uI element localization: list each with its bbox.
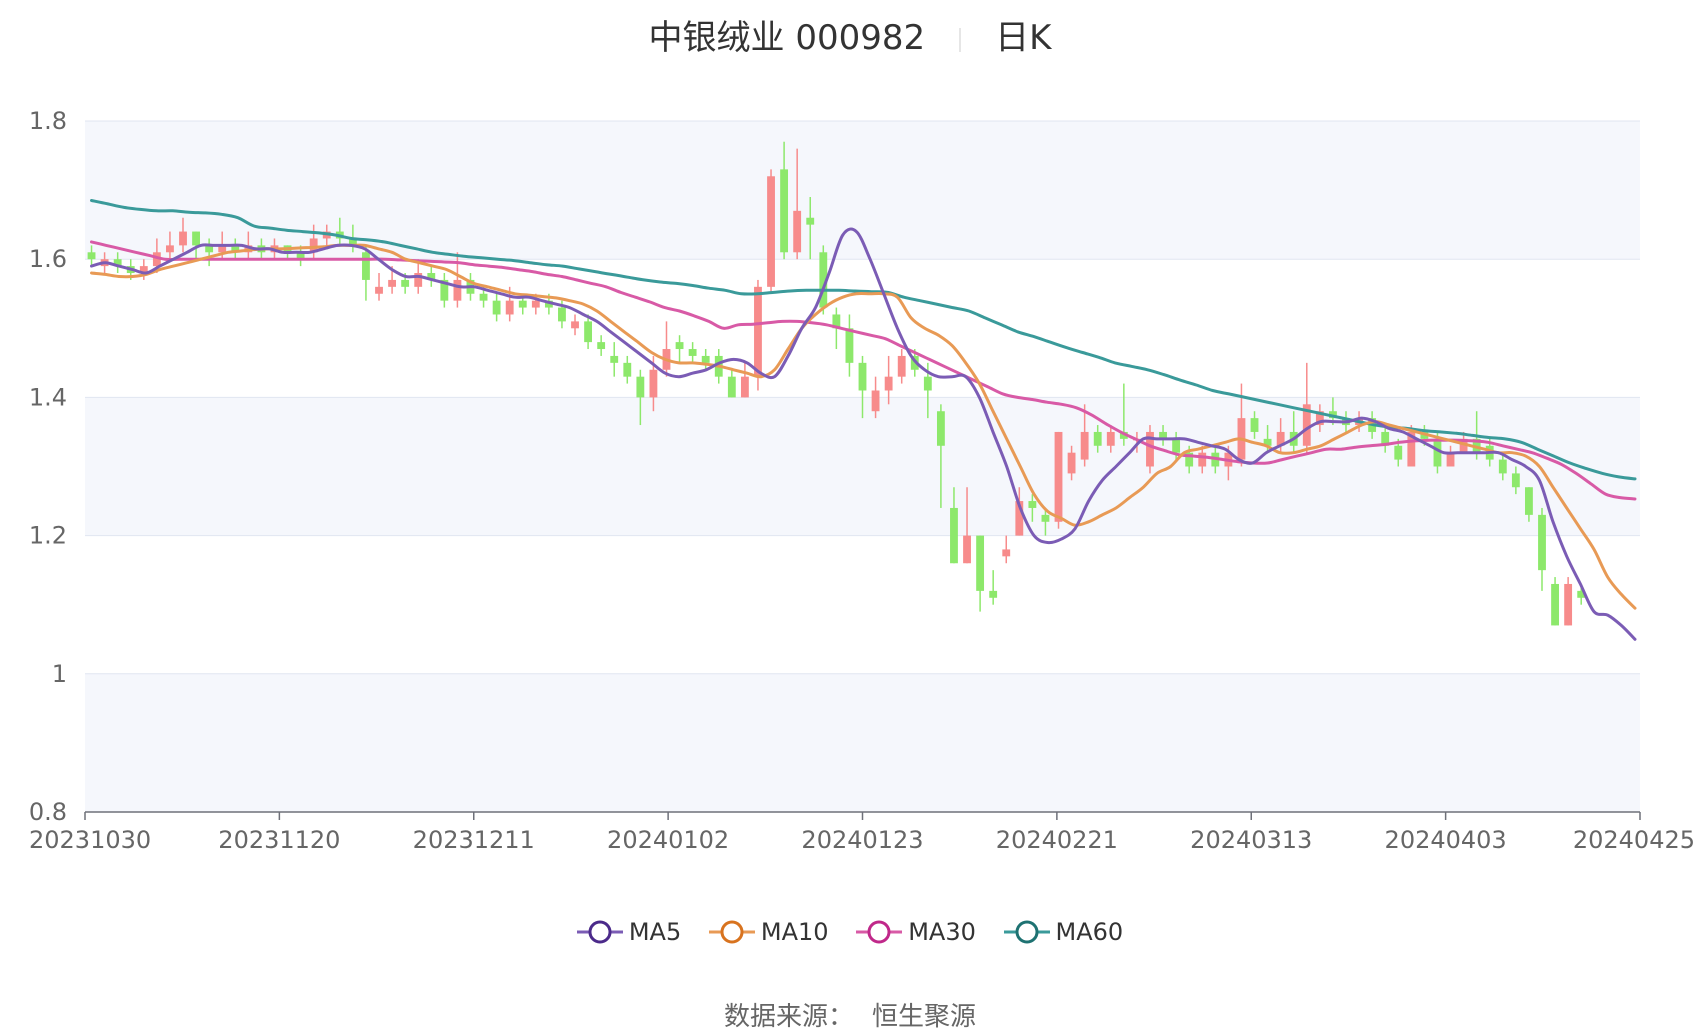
candle-body bbox=[1172, 438, 1181, 453]
y-tick-label: 1.2 bbox=[29, 522, 67, 550]
candle-body bbox=[479, 293, 488, 301]
legend-marker-ma5-icon bbox=[576, 920, 623, 943]
candle-body bbox=[923, 376, 932, 391]
candle-body bbox=[740, 376, 749, 398]
legend-label-ma10: MA10 bbox=[760, 917, 829, 946]
candle-body bbox=[963, 535, 971, 564]
y-tick-label: 1.6 bbox=[29, 245, 67, 273]
candle-body bbox=[597, 342, 606, 350]
candle-body bbox=[950, 507, 958, 564]
candle-body bbox=[87, 252, 96, 260]
data-source-label: 数据来源： bbox=[723, 1002, 854, 1032]
candle-body bbox=[858, 362, 867, 391]
candle-body bbox=[1198, 452, 1207, 467]
x-tick-label: 20231120 bbox=[218, 826, 340, 854]
y-tick-label: 0.8 bbox=[29, 798, 67, 826]
candle-body bbox=[453, 279, 462, 301]
candle-body bbox=[192, 231, 200, 246]
x-tick-label: 20240313 bbox=[1190, 826, 1312, 854]
x-tick-label: 20240123 bbox=[801, 826, 923, 854]
legend: MA5 MA10 MA30 MA60 bbox=[0, 916, 1700, 946]
candle-body bbox=[531, 300, 540, 308]
candle-body bbox=[1564, 583, 1573, 626]
y-tick-label: 1.4 bbox=[29, 383, 67, 411]
legend-marker-ma10-icon bbox=[708, 920, 755, 943]
candle-body bbox=[675, 342, 684, 350]
candle-body bbox=[1067, 452, 1076, 474]
x-tick-label: 20240221 bbox=[996, 826, 1118, 854]
candle-body bbox=[1525, 487, 1533, 515]
candle-body bbox=[1250, 418, 1259, 432]
candle-body bbox=[388, 279, 396, 287]
candle-body bbox=[166, 245, 174, 253]
candle-body bbox=[558, 307, 566, 322]
candle-body bbox=[610, 355, 619, 363]
candle-body bbox=[1446, 452, 1455, 467]
candle-body bbox=[701, 355, 710, 363]
x-tick-label: 20240425 bbox=[1573, 826, 1695, 854]
candle-body bbox=[845, 328, 854, 363]
data-source: 数据来源： 恒生聚源 bbox=[0, 996, 1700, 1033]
candle-body bbox=[518, 300, 527, 308]
candle-body bbox=[780, 169, 789, 253]
kline-chart: 0.8 1 1.2 1.4 1.6 1.8 20231030 20231120 20231211… bbox=[29, 107, 1695, 854]
candle-body bbox=[179, 231, 187, 246]
candle-body bbox=[1538, 514, 1546, 571]
candle-body bbox=[793, 210, 802, 253]
candle-body bbox=[727, 376, 736, 398]
legend-item-ma60[interactable]: MA60 bbox=[1003, 917, 1124, 946]
candle-body bbox=[767, 176, 775, 287]
legend-label-ma30: MA30 bbox=[908, 917, 976, 946]
x-tick-label: 20231030 bbox=[29, 826, 151, 854]
legend-item-ma10[interactable]: MA10 bbox=[708, 917, 829, 946]
candle-body bbox=[1498, 459, 1507, 474]
candle-body bbox=[897, 355, 906, 377]
candle-body bbox=[584, 321, 593, 343]
candle-body bbox=[362, 252, 370, 280]
candle-body bbox=[401, 279, 410, 287]
plot-band bbox=[85, 673, 1640, 812]
legend-marker-ma30-icon bbox=[856, 920, 903, 943]
candle-body bbox=[623, 362, 632, 377]
candle-body bbox=[492, 300, 501, 315]
legend-label-ma5: MA5 bbox=[628, 917, 682, 946]
candle-body bbox=[754, 286, 762, 377]
candle-body bbox=[871, 390, 880, 412]
data-source-value: 恒生聚源 bbox=[872, 1002, 977, 1032]
candle-body bbox=[375, 286, 383, 294]
legend-marker-ma60-icon bbox=[1003, 920, 1050, 943]
legend-label-ma60: MA60 bbox=[1055, 917, 1124, 946]
x-tick-label: 20240102 bbox=[607, 826, 729, 854]
y-tick-label: 1.8 bbox=[29, 107, 67, 135]
x-tick-label: 20231211 bbox=[413, 826, 535, 854]
legend-item-ma5[interactable]: MA5 bbox=[576, 917, 682, 946]
x-tick-label: 20240403 bbox=[1385, 826, 1507, 854]
candle-body bbox=[884, 376, 893, 391]
candle-body bbox=[636, 376, 645, 398]
candle-body bbox=[1106, 431, 1115, 446]
candle-body bbox=[936, 411, 945, 446]
candle-body bbox=[976, 535, 985, 591]
y-tick-label: 1 bbox=[52, 660, 67, 688]
candle-body bbox=[1394, 445, 1403, 460]
candle-body bbox=[649, 369, 658, 398]
candle-body bbox=[1028, 501, 1037, 508]
candle-body bbox=[1551, 583, 1559, 626]
legend-item-ma30[interactable]: MA30 bbox=[856, 917, 976, 946]
candle-body bbox=[1093, 431, 1102, 446]
candle-body bbox=[571, 321, 579, 329]
candle-body bbox=[1080, 431, 1089, 460]
candle-body bbox=[989, 590, 998, 598]
candle-body bbox=[1041, 514, 1050, 522]
candle-body bbox=[688, 349, 697, 356]
candle-body bbox=[1002, 549, 1011, 557]
candle-body bbox=[806, 217, 815, 225]
candle-body bbox=[1511, 473, 1520, 488]
candle-body bbox=[505, 300, 514, 315]
candle-body bbox=[1054, 431, 1063, 522]
